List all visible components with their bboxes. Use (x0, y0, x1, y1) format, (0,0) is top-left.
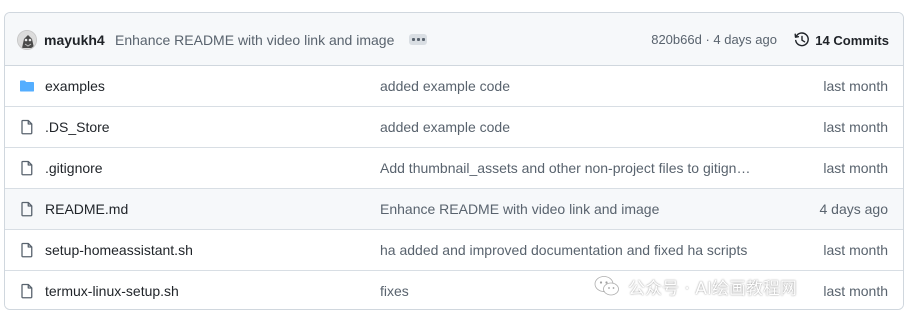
file-list-box: mayukh4 Enhance README with video link a… (4, 12, 904, 310)
watermark: 公众号 · AI绘画教程网 (594, 272, 797, 300)
commit-hash-and-time[interactable]: 820b66d · 4 days ago (651, 32, 777, 47)
file-name-link[interactable]: setup-homeassistant.sh (45, 242, 193, 258)
avatar[interactable] (17, 30, 37, 50)
latest-commit-bar: mayukh4 Enhance README with video link a… (5, 13, 903, 66)
file-commit-message-link[interactable]: Enhance README with video link and image (380, 201, 659, 217)
table-row: setup-homeassistant.sh ha added and impr… (5, 230, 903, 271)
file-name-link[interactable]: termux-linux-setup.sh (45, 283, 179, 299)
file-icon (19, 119, 35, 135)
table-row: README.md Enhance README with video link… (5, 189, 903, 230)
file-icon (19, 242, 35, 258)
file-name-link[interactable]: .gitignore (45, 160, 103, 176)
file-name-link[interactable]: examples (45, 78, 105, 94)
file-icon (19, 283, 35, 299)
file-commit-age: last month (823, 119, 888, 135)
file-commit-message-link[interactable]: added example code (380, 119, 510, 135)
table-row: .gitignore Add thumbnail_assets and othe… (5, 148, 903, 189)
commits-count-label: 14 Commits (815, 32, 889, 48)
table-row: examples added example code last month (5, 66, 903, 107)
file-icon (19, 201, 35, 217)
folder-icon (19, 78, 35, 94)
wechat-icon (594, 276, 619, 296)
commit-author-link[interactable]: mayukh4 (44, 32, 105, 48)
file-icon (19, 160, 35, 176)
kebab-horizontal-icon[interactable] (409, 34, 427, 45)
file-commit-message-link[interactable]: added example code (380, 78, 510, 94)
table-row: .DS_Store added example code last month (5, 107, 903, 148)
file-commit-message-link[interactable]: ha added and improved documentation and … (380, 242, 747, 258)
file-commit-age: last month (823, 242, 888, 258)
file-commit-message-link[interactable]: Add thumbnail_assets and other non-proje… (380, 160, 750, 176)
latest-commit-message[interactable]: Enhance README with video link and image (115, 32, 394, 48)
history-icon (794, 32, 810, 47)
file-commit-age: last month (823, 283, 888, 299)
file-commit-age: 4 days ago (819, 201, 889, 217)
file-name-link[interactable]: .DS_Store (45, 119, 110, 135)
file-commit-message-link[interactable]: fixes (380, 283, 409, 299)
file-commit-age: last month (823, 160, 888, 176)
file-name-link[interactable]: README.md (45, 201, 128, 217)
commits-history-link[interactable]: 14 Commits (794, 30, 889, 50)
watermark-text: 公众号 · AI绘画教程网 (628, 278, 797, 299)
file-commit-age: last month (823, 78, 888, 94)
